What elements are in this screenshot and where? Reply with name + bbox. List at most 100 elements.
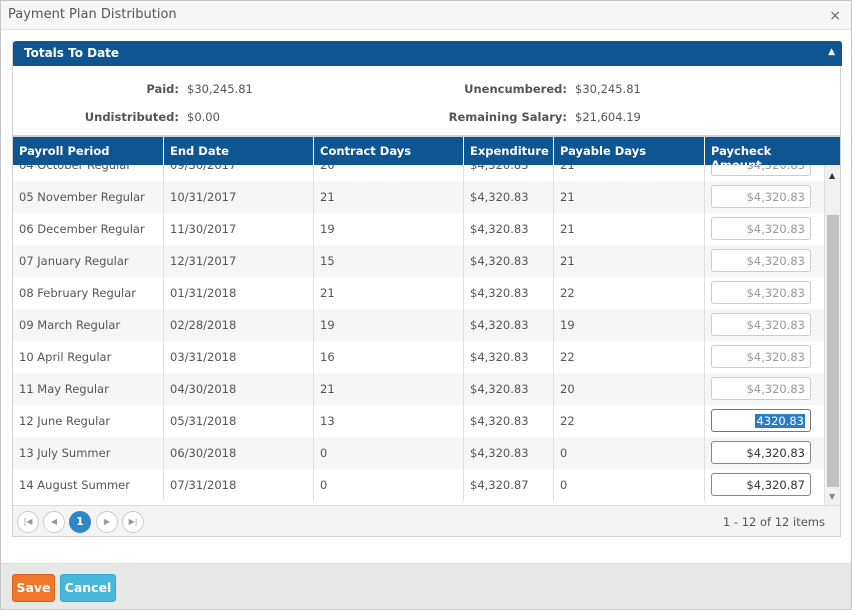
cell-payable-days: 19 bbox=[553, 309, 704, 341]
cell-contract-days: 21 bbox=[313, 277, 463, 309]
unencumbered-label: Unencumbered: bbox=[464, 82, 567, 96]
cell-payable-days: 0 bbox=[553, 437, 704, 469]
paycheck-amount-input[interactable]: $4,320.83 bbox=[711, 313, 811, 336]
cell-payroll-period: 07 January Regular bbox=[19, 254, 129, 268]
cell-paycheck-amount: $4,320.83 bbox=[704, 373, 824, 405]
dialog-title: Payment Plan Distribution bbox=[8, 7, 177, 22]
scroll-thumb[interactable] bbox=[827, 215, 839, 487]
table-row: 05 November Regular 10/31/2017 21 $4,320… bbox=[13, 181, 824, 213]
cell-expenditure: $4,320.83 bbox=[463, 165, 553, 181]
scroll-down-arrow-icon[interactable]: ▼ bbox=[829, 492, 835, 501]
paycheck-amount-input[interactable]: $4,320.83 bbox=[711, 441, 811, 464]
cell-payable-days: 22 bbox=[553, 341, 704, 373]
cell-payroll-period: 04 October Regular bbox=[19, 165, 132, 172]
table-row: 07 January Regular 12/31/2017 15 $4,320.… bbox=[13, 245, 824, 277]
table-row: 06 December Regular 11/30/2017 19 $4,320… bbox=[13, 213, 824, 245]
totals-panel-header[interactable]: Totals To Date ▲ bbox=[13, 41, 842, 66]
paycheck-amount-input[interactable]: $4,320.83 bbox=[711, 165, 811, 176]
cell-end-date: 07/31/2018 bbox=[163, 469, 313, 501]
cell-end-date: 11/30/2017 bbox=[163, 213, 313, 245]
column-header-expenditure[interactable]: Expenditure bbox=[463, 137, 553, 165]
cell-payroll-period: 09 March Regular bbox=[19, 318, 121, 332]
table-row: 12 June Regular 05/31/2018 13 $4,320.83 … bbox=[13, 405, 824, 437]
cell-payable-days: 22 bbox=[553, 405, 704, 437]
cell-paycheck-amount: $4,320.83 bbox=[704, 181, 824, 213]
last-page-icon[interactable]: ▶| bbox=[122, 511, 144, 533]
cell-payroll-period: 14 August Summer bbox=[19, 478, 130, 492]
paycheck-amount-input[interactable]: $4,320.83 bbox=[711, 185, 811, 208]
grid-scrollbar[interactable]: ▲ ▼ bbox=[824, 165, 840, 505]
cell-paycheck-amount: $4,320.87 bbox=[704, 469, 824, 501]
payroll-grid: Payroll Period End Date Contract Days Ex… bbox=[12, 136, 841, 537]
pager-info: 1 - 12 of 12 items bbox=[722, 515, 825, 529]
undistributed-value: $0.00 bbox=[187, 110, 220, 124]
remaining-salary-value: $21,604.19 bbox=[575, 110, 641, 124]
cell-expenditure: $4,320.83 bbox=[463, 405, 553, 437]
cell-paycheck-amount: $4,320.83 bbox=[704, 213, 824, 245]
cell-expenditure: $4,320.83 bbox=[463, 213, 553, 245]
grid-header: Payroll Period End Date Contract Days Ex… bbox=[13, 137, 840, 172]
cell-paycheck-amount: $4,320.83 bbox=[704, 277, 824, 309]
cell-end-date: 06/30/2018 bbox=[163, 437, 313, 469]
cell-contract-days: 19 bbox=[313, 309, 463, 341]
remaining-salary-label: Remaining Salary: bbox=[448, 110, 567, 124]
undistributed-label: Undistributed: bbox=[84, 110, 179, 124]
cell-expenditure: $4,320.83 bbox=[463, 437, 553, 469]
cell-expenditure: $4,320.83 bbox=[463, 373, 553, 405]
cell-end-date: 10/31/2017 bbox=[163, 181, 313, 213]
cell-payable-days: 21 bbox=[553, 165, 704, 181]
cancel-button[interactable]: Cancel bbox=[60, 574, 116, 602]
payment-plan-dialog: Payment Plan Distribution × Totals To Da… bbox=[0, 0, 852, 610]
paycheck-amount-input[interactable]: $4,320.83 bbox=[711, 217, 811, 240]
cell-paycheck-amount: $4,320.83 bbox=[704, 165, 824, 181]
save-button[interactable]: Save bbox=[12, 574, 55, 602]
paycheck-amount-input[interactable]: $4,320.83 bbox=[711, 281, 811, 304]
collapse-arrow-icon[interactable]: ▲ bbox=[828, 47, 835, 57]
cell-expenditure: $4,320.83 bbox=[463, 341, 553, 373]
cell-expenditure: $4,320.83 bbox=[463, 309, 553, 341]
close-icon[interactable]: × bbox=[829, 8, 841, 24]
totals-panel: Totals To Date ▲ Paid: $30,245.81 Unencu… bbox=[12, 41, 842, 136]
paycheck-amount-input[interactable]: $4,320.83 bbox=[711, 377, 811, 400]
grid-body: 04 October Regular 09/30/2017 20 $4,320.… bbox=[13, 165, 840, 505]
column-header-paycheck-amount[interactable]: Paycheck Amount bbox=[704, 137, 824, 172]
table-row: 10 April Regular 03/31/2018 16 $4,320.83… bbox=[13, 341, 824, 373]
cell-contract-days: 0 bbox=[313, 469, 463, 501]
cell-payable-days: 20 bbox=[553, 373, 704, 405]
paycheck-amount-input[interactable]: $4,320.87 bbox=[711, 473, 811, 496]
column-header-end-date[interactable]: End Date bbox=[163, 137, 313, 165]
cell-contract-days: 15 bbox=[313, 245, 463, 277]
paycheck-amount-input[interactable]: $4,320.83 bbox=[711, 249, 811, 272]
dialog-titlebar: Payment Plan Distribution × bbox=[1, 1, 851, 30]
paycheck-amount-input[interactable]: $4,320.83 bbox=[711, 345, 811, 368]
previous-page-icon[interactable]: ◀ bbox=[43, 511, 65, 533]
cell-end-date: 03/31/2018 bbox=[163, 341, 313, 373]
column-header-payable-days[interactable]: Payable Days bbox=[553, 137, 704, 165]
column-header-contract-days[interactable]: Contract Days bbox=[313, 137, 463, 165]
cell-paycheck-amount: 4320.83 bbox=[704, 405, 824, 437]
cell-end-date: 05/31/2018 bbox=[163, 405, 313, 437]
scroll-up-arrow-icon[interactable]: ▲ bbox=[829, 171, 835, 180]
cell-payable-days: 22 bbox=[553, 277, 704, 309]
cell-paycheck-amount: $4,320.83 bbox=[704, 245, 824, 277]
cell-contract-days: 19 bbox=[313, 213, 463, 245]
cell-expenditure: $4,320.83 bbox=[463, 245, 553, 277]
next-page-icon[interactable]: ▶ bbox=[96, 511, 118, 533]
table-row: 11 May Regular 04/30/2018 21 $4,320.83 2… bbox=[13, 373, 824, 405]
page-1-button[interactable]: 1 bbox=[69, 511, 91, 533]
table-row: 14 August Summer 07/31/2018 0 $4,320.87 … bbox=[13, 469, 824, 501]
column-header-payroll-period[interactable]: Payroll Period bbox=[13, 137, 163, 165]
cell-payroll-period: 13 July Summer bbox=[19, 446, 111, 460]
paycheck-amount-input-focused[interactable]: 4320.83 bbox=[711, 409, 811, 432]
cell-end-date: 09/30/2017 bbox=[163, 165, 313, 181]
first-page-icon[interactable]: |◀ bbox=[17, 511, 39, 533]
table-row: 08 February Regular 01/31/2018 21 $4,320… bbox=[13, 277, 824, 309]
table-row: 09 March Regular 02/28/2018 19 $4,320.83… bbox=[13, 309, 824, 341]
cell-payable-days: 0 bbox=[553, 469, 704, 501]
dialog-footer: Save Cancel bbox=[1, 563, 851, 609]
cell-contract-days: 20 bbox=[313, 165, 463, 181]
table-row: 04 October Regular 09/30/2017 20 $4,320.… bbox=[13, 165, 824, 181]
cell-expenditure: $4,320.83 bbox=[463, 277, 553, 309]
cell-end-date: 04/30/2018 bbox=[163, 373, 313, 405]
cell-payroll-period: 06 December Regular bbox=[19, 222, 145, 236]
